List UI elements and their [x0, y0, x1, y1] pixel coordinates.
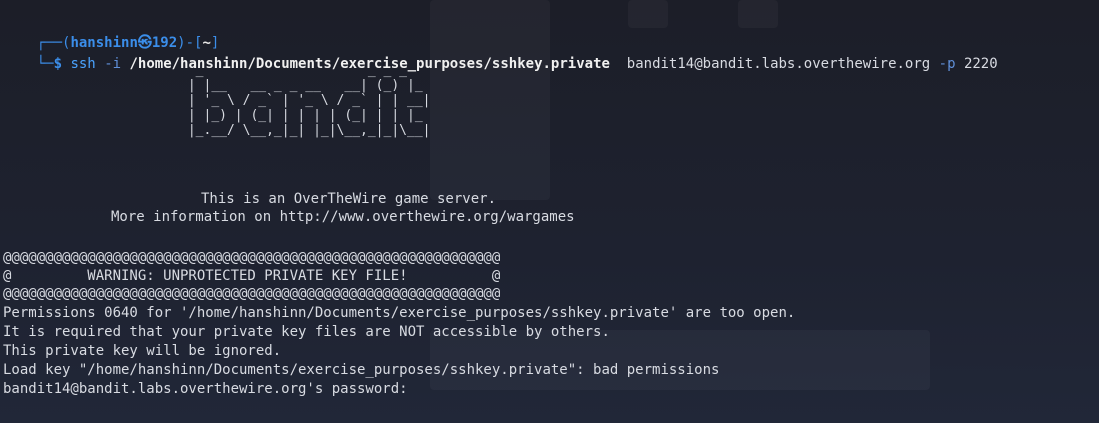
warning-border-top: @@@@@@@@@@@@@@@@@@@@@@@@@@@@@@@@@@@@@@@@… — [3, 250, 501, 266]
terminal-window[interactable]: ┌──(hanshinn㉿192)-[~] └─$ ssh -i /home/h… — [0, 0, 1099, 423]
background-desktop-icon — [628, 0, 668, 28]
password-prompt[interactable]: bandit14@bandit.labs.overthewire.org's p… — [3, 380, 408, 398]
output-ignored: This private key will be ignored. — [3, 343, 282, 359]
banner-line-2: More information on http://www.overthewi… — [111, 209, 575, 225]
bandit-ascii-banner: _ _ _ _ | |__ __ _ _ __ __| (_) |_ | '_ … — [187, 63, 431, 138]
output-required: It is required that your private key fil… — [3, 324, 610, 340]
background-desktop-panel — [430, 0, 550, 200]
command-flag-p: -p — [938, 56, 956, 72]
banner-line-1: This is an OverTheWire game server. — [201, 191, 497, 207]
output-permissions: Permissions 0640 for '/home/hanshinn/Doc… — [3, 305, 796, 321]
command-line[interactable]: └─$ ssh -i /home/hanshinn/Documents/exer… — [3, 37, 998, 72]
prompt-line-top: ┌──(hanshinn㉿192)-[~] — [3, 16, 220, 51]
command-port: 2220 — [963, 56, 998, 72]
background-desktop-icon — [738, 0, 778, 28]
warning-message: @ WARNING: UNPROTECTED PRIVATE KEY FILE!… — [3, 268, 501, 284]
output-load-key: Load key "/home/hanshinn/Documents/exerc… — [3, 362, 720, 378]
warning-border-bottom: @@@@@@@@@@@@@@@@@@@@@@@@@@@@@@@@@@@@@@@@… — [3, 286, 501, 302]
command-target: bandit14@bandit.labs.overthewire.org — [626, 56, 931, 72]
